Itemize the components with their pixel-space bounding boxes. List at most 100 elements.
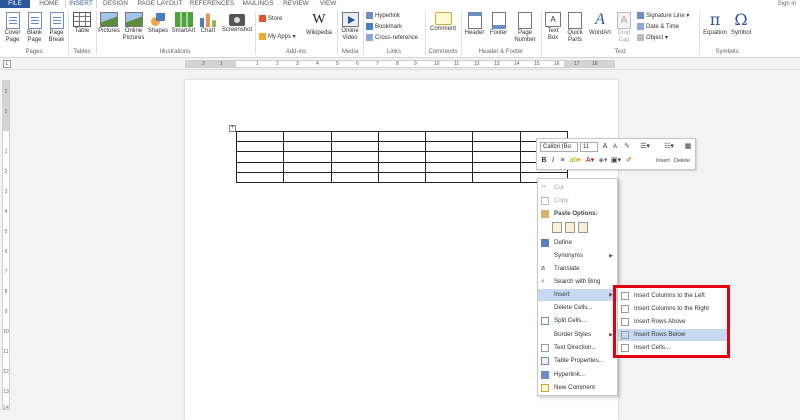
insert-label[interactable]: Insert (656, 158, 670, 164)
format-painter-icon[interactable]: ✎ (622, 142, 632, 152)
menu-item-cut[interactable]: ✂ Cut (538, 182, 617, 194)
table-cell[interactable] (283, 161, 332, 173)
text-box-button[interactable]: A Text Box (543, 12, 563, 42)
page-number-button[interactable]: Page Number (511, 12, 539, 44)
footer-button[interactable]: Footer (487, 12, 510, 37)
tab-design[interactable]: DESIGN (100, 0, 131, 8)
menu-item-delete-cells[interactable]: Delete Cells... (538, 302, 617, 314)
table-cell[interactable] (472, 171, 521, 184)
comment-button[interactable]: Comment (428, 12, 458, 33)
store-button[interactable]: Store (259, 14, 282, 24)
tab-insert[interactable]: INSERT (65, 0, 97, 8)
table-move-handle[interactable]: + (229, 125, 236, 132)
table-cell[interactable] (283, 130, 332, 143)
table-cell[interactable] (425, 171, 474, 184)
font-size-box[interactable]: 11 (580, 142, 598, 152)
my-apps-button[interactable]: My Apps ▾ (259, 32, 296, 42)
borders-button[interactable]: ▣▾ (610, 156, 622, 166)
table-cell[interactable] (330, 171, 379, 184)
tab-view[interactable]: VIEW (315, 0, 341, 8)
menu-item-new-comment[interactable]: New Comment (538, 382, 617, 394)
wikipedia-button[interactable]: W Wikipedia (302, 12, 336, 37)
cover-page-button[interactable]: Cover Page (2, 12, 23, 44)
tab-references[interactable]: REFERENCES (189, 0, 235, 8)
shapes-button[interactable]: Shapes (147, 12, 169, 35)
menu-item-split-cells[interactable]: Split Cells... (538, 315, 617, 327)
online-video-button[interactable]: Online Video (339, 12, 361, 42)
shading-button[interactable]: ◈▾ (597, 156, 609, 166)
hyperlink-button[interactable]: Hyperlink (366, 11, 400, 21)
paste-keep-source-icon[interactable] (552, 222, 562, 233)
menu-item-search-bing[interactable]: ⌕ Search with Bing (538, 276, 617, 288)
table-cell[interactable] (235, 151, 285, 163)
drop-cap-button[interactable]: A Drop Cap (614, 12, 634, 44)
table-cell[interactable] (425, 130, 474, 143)
table-cell[interactable] (235, 141, 285, 153)
table-cell[interactable] (472, 141, 521, 153)
tab-selector[interactable]: L (3, 60, 11, 68)
table-cell[interactable] (472, 130, 521, 143)
quick-parts-button[interactable]: Quick Parts (564, 12, 586, 44)
online-pictures-button[interactable]: Online Pictures (121, 12, 146, 42)
align-center-button[interactable]: ≡ (558, 156, 567, 166)
table-cell[interactable] (330, 161, 379, 173)
page-break-button[interactable]: Page Break (46, 12, 67, 44)
tab-page-layout[interactable]: PAGE LAYOUT (135, 0, 185, 8)
table-cell[interactable] (425, 141, 474, 153)
equation-button[interactable]: π Equation (702, 12, 728, 37)
signature-line-button[interactable]: Signature Line ▾ (637, 11, 689, 21)
styles-button[interactable]: ▦ (682, 142, 694, 152)
table-cell[interactable] (377, 161, 427, 173)
table-cell[interactable] (472, 151, 521, 163)
paste-text-only-icon[interactable] (578, 222, 588, 233)
tab-mailings[interactable]: MAILINGS (239, 0, 277, 8)
wordart-button[interactable]: A WordArt (587, 12, 613, 37)
numbering-button[interactable]: ☷▾ (658, 142, 680, 152)
table-cell[interactable] (330, 151, 379, 163)
menu-item-insert[interactable]: Insert ▶ (538, 289, 617, 301)
menu-item-define[interactable]: Define (538, 237, 617, 249)
shrink-font-button[interactable]: A (610, 142, 620, 152)
table-cell[interactable] (377, 130, 427, 143)
object-button[interactable]: Object ▾ (637, 33, 668, 43)
menu-item-copy[interactable]: Copy (538, 195, 617, 207)
menu-item-table-properties[interactable]: Table Properties... (538, 355, 617, 367)
table-cell[interactable] (330, 141, 379, 153)
font-color-button[interactable]: A▾ (584, 156, 596, 166)
menu-item-hyperlink[interactable]: Hyperlink... (538, 369, 617, 381)
blank-page-button[interactable]: Blank Page (24, 12, 45, 44)
menu-item-synonyms[interactable]: Synonyms ▶ (538, 250, 617, 262)
table-button[interactable]: Table (71, 12, 93, 35)
table-cell[interactable] (283, 171, 332, 184)
table-cell[interactable] (425, 161, 474, 173)
table-cell[interactable] (377, 171, 427, 184)
screenshot-button[interactable]: Screenshot (219, 14, 255, 34)
highlight-color-button[interactable]: ab▾ (568, 156, 582, 166)
chart-button[interactable]: Chart (198, 12, 218, 35)
smartart-button[interactable]: SmartArt (170, 12, 197, 35)
pictures-button[interactable]: Pictures (98, 12, 120, 35)
cross-reference-button[interactable]: Cross-reference (366, 33, 418, 43)
paste-merge-icon[interactable] (565, 222, 575, 233)
table-cell[interactable] (283, 141, 332, 153)
table-cell[interactable] (235, 130, 285, 143)
table-cell[interactable] (235, 171, 285, 184)
vertical-ruler[interactable]: 2 1 1 2 3 4 5 6 7 8 9 10 11 12 13 14 (2, 80, 10, 411)
bullets-button[interactable]: ☰▾ (634, 142, 656, 152)
clear-format-icon[interactable]: ✐ (623, 156, 635, 166)
grow-font-button[interactable]: A (600, 142, 610, 152)
sign-in-link[interactable]: Sign in (778, 0, 796, 8)
delete-label[interactable]: Delete (674, 158, 690, 164)
table-cell[interactable] (330, 130, 379, 143)
bookmark-button[interactable]: Bookmark (366, 22, 402, 32)
document-table[interactable] (235, 130, 569, 184)
menu-item-border-styles[interactable]: Border Styles ▶ (538, 329, 617, 341)
menu-item-translate[interactable]: a Translate (538, 263, 617, 275)
date-time-button[interactable]: Date & Time (637, 22, 679, 32)
table-cell[interactable] (235, 161, 285, 173)
table-cell[interactable] (377, 151, 427, 163)
tab-home[interactable]: HOME (36, 0, 62, 8)
horizontal-ruler[interactable]: L 2 1 1 2 3 4 5 6 7 8 9 10 11 12 13 14 1… (0, 58, 800, 70)
symbol-button[interactable]: Ω Symbol (729, 12, 753, 37)
font-name-box[interactable]: Calibri (Bo (540, 142, 578, 152)
